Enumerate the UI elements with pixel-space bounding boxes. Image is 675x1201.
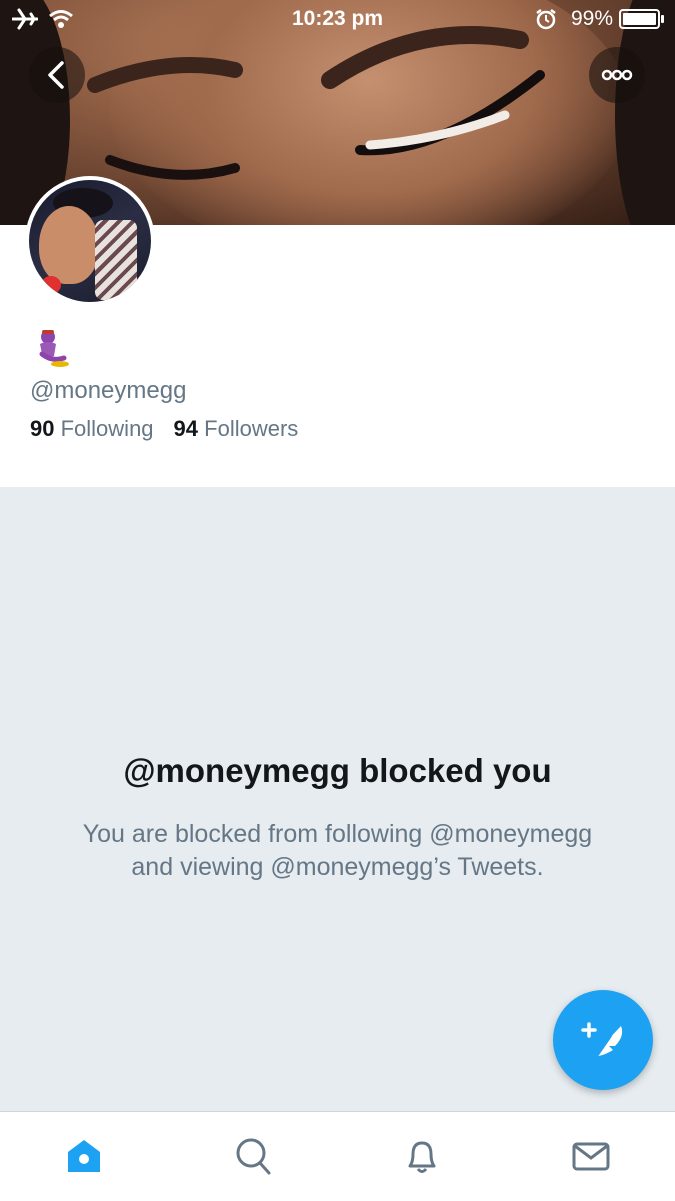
back-chevron-icon bbox=[48, 61, 64, 89]
tab-search[interactable] bbox=[169, 1112, 337, 1201]
battery-percent: 99% bbox=[570, 7, 613, 30]
status-bar: 10:23 pm 99% bbox=[0, 0, 675, 38]
profile-handle: @moneymegg bbox=[30, 377, 187, 404]
tab-notifications[interactable] bbox=[338, 1112, 506, 1201]
followers-count: 94 bbox=[173, 416, 199, 441]
follow-stats: 90 Following 94 Followers bbox=[30, 416, 298, 442]
following-count: 90 bbox=[30, 416, 55, 441]
following-label: Following bbox=[60, 416, 154, 441]
tab-home[interactable] bbox=[0, 1112, 168, 1201]
notifications-icon bbox=[408, 1141, 436, 1173]
blocked-description: You are blocked from following @moneymeg… bbox=[82, 820, 593, 881]
alarm-icon bbox=[536, 9, 556, 30]
compose-tweet-button[interactable] bbox=[553, 990, 653, 1090]
more-options-button[interactable] bbox=[589, 47, 645, 103]
following-link[interactable]: 90 Following bbox=[30, 416, 154, 441]
tab-bar bbox=[0, 1111, 675, 1201]
blocked-title: @moneymegg blocked you bbox=[123, 752, 552, 789]
battery-icon bbox=[619, 9, 664, 29]
back-button[interactable] bbox=[29, 47, 85, 103]
tab-messages[interactable] bbox=[507, 1112, 675, 1201]
genie-emoji-icon bbox=[39, 330, 69, 367]
avatar[interactable] bbox=[25, 176, 155, 306]
followers-label: Followers bbox=[204, 416, 299, 441]
compose-feather-icon bbox=[581, 1022, 623, 1063]
followers-link[interactable]: 94 Followers bbox=[174, 416, 299, 441]
home-icon bbox=[68, 1140, 100, 1172]
search-icon bbox=[236, 1138, 271, 1175]
messages-icon bbox=[572, 1142, 610, 1171]
more-dots-icon bbox=[601, 69, 633, 81]
